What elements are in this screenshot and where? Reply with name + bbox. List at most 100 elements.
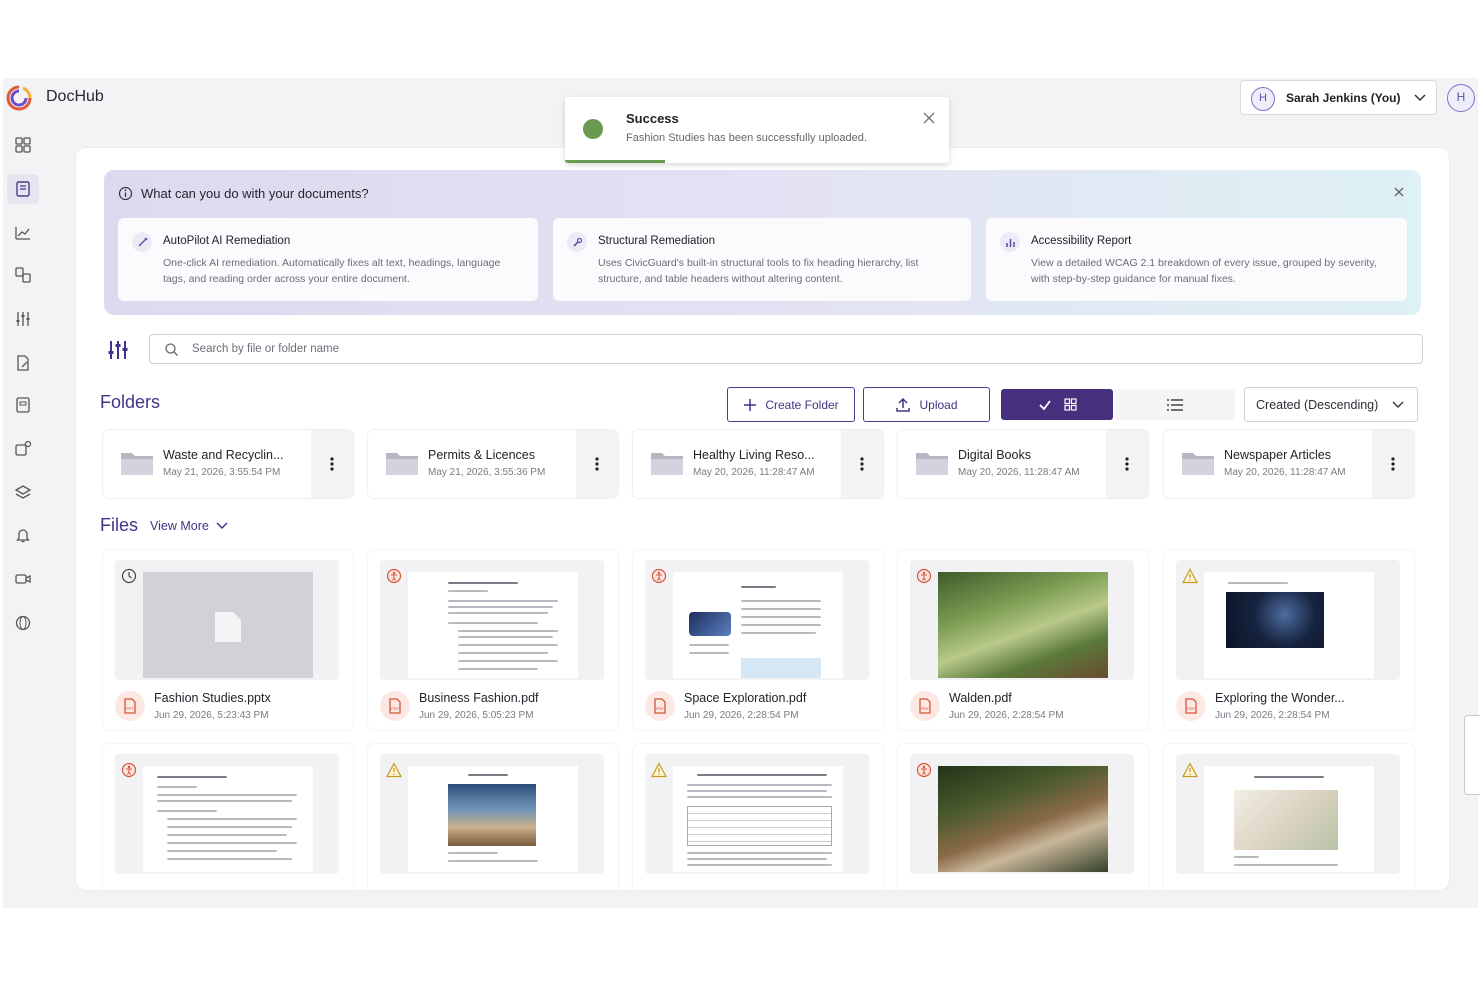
info-card-description: One-click AI remediation. Automatically …: [163, 257, 501, 285]
file-card[interactable]: [1164, 744, 1414, 890]
folder-date: May 21, 2026, 3:55:54 PM: [163, 467, 281, 478]
table-preview: [687, 806, 832, 846]
rocket-image: [741, 658, 821, 678]
document-preview: [1204, 572, 1374, 678]
sidebar-item-analytics[interactable]: [7, 218, 39, 248]
sidebar-item-media[interactable]: [7, 564, 39, 594]
sidebar-item-language[interactable]: [7, 608, 39, 638]
document-preview: [673, 572, 843, 678]
file-card[interactable]: [103, 744, 353, 890]
globe-icon: [15, 615, 31, 631]
info-card-title: Accessibility Report: [1031, 235, 1132, 247]
sidebar-item-convert[interactable]: [7, 260, 39, 290]
chevron-down-icon: [1414, 94, 1426, 102]
sort-label: Created (Descending): [1256, 398, 1379, 412]
search-icon: [165, 343, 178, 356]
folder-menu-button[interactable]: [1372, 430, 1414, 498]
folder-icon: [651, 453, 683, 475]
file-card[interactable]: PPT Fashion Studies.pptx Jun 29, 2026, 5…: [103, 550, 353, 730]
file-name: Business Fashion.pdf: [419, 691, 539, 705]
file-card[interactable]: PDF Space Exploration.pdf Jun 29, 2026, …: [633, 550, 883, 730]
sidebar-item-layers[interactable]: [7, 478, 39, 508]
list-view-toggle[interactable]: [1115, 389, 1235, 420]
warning-icon: [651, 762, 667, 778]
file-card[interactable]: PDF Walden.pdf Jun 29, 2026, 2:28:54 PM: [898, 550, 1148, 730]
folder-card[interactable]: Waste and Recyclin... May 21, 2026, 3:55…: [103, 430, 353, 498]
file-thumbnail: [910, 754, 1134, 874]
info-card-description: Uses CivicGuard's built-in structural to…: [598, 257, 919, 285]
chevron-down-icon: [216, 521, 228, 529]
profile-avatar[interactable]: H: [1447, 84, 1475, 112]
sidebar: [3, 118, 45, 908]
file-edit-icon: [17, 355, 29, 371]
grid-view-toggle[interactable]: [1001, 389, 1113, 420]
sidebar-item-dashboard[interactable]: [7, 130, 39, 160]
sidebar-item-documents[interactable]: [7, 174, 39, 204]
create-folder-button[interactable]: Create Folder: [727, 387, 855, 422]
pdf-file-icon: PDF: [380, 691, 410, 721]
folder-card[interactable]: Healthy Living Reso... May 20, 2026, 11:…: [633, 430, 883, 498]
user-account-select[interactable]: H Sarah Jenkins (You): [1240, 80, 1437, 115]
warning-icon: [1182, 762, 1198, 778]
form-icon: [16, 397, 30, 413]
svg-text:PDF: PDF: [1187, 706, 1196, 711]
upload-icon: [896, 397, 911, 412]
close-icon[interactable]: [922, 111, 936, 125]
sort-select[interactable]: Created (Descending): [1244, 387, 1418, 422]
galaxy-image: [1226, 592, 1324, 648]
room-image: [1234, 790, 1338, 850]
document-preview: [408, 766, 578, 872]
info-card-structural[interactable]: Structural Remediation Uses CivicGuard's…: [553, 218, 971, 301]
folder-name: Digital Books: [958, 448, 1031, 462]
folder-menu-button[interactable]: [1106, 430, 1148, 498]
ppt-file-icon: PPT: [115, 691, 145, 721]
file-name: Exploring the Wonder...: [1215, 691, 1345, 705]
file-card[interactable]: [898, 744, 1148, 890]
folder-card[interactable]: Digital Books May 20, 2026, 11:28:47 AM: [898, 430, 1148, 498]
folder-menu-button[interactable]: [841, 430, 883, 498]
info-panel-header: What can you do with your documents?: [118, 186, 369, 201]
feedback-tab[interactable]: [1464, 715, 1480, 795]
pdf-file-icon: PDF: [1176, 691, 1206, 721]
info-card-autopilot[interactable]: AutoPilot AI Remediation One-click AI re…: [118, 218, 538, 301]
info-card-title: Structural Remediation: [598, 235, 715, 247]
portrait-image: [938, 766, 1108, 872]
file-thumbnail: [645, 754, 869, 874]
svg-text:PDF: PDF: [391, 706, 400, 711]
folder-menu-button[interactable]: [311, 430, 353, 498]
sidebar-item-notifications[interactable]: [7, 520, 39, 550]
dochub-logo: [6, 85, 32, 111]
bell-icon: [16, 529, 30, 543]
chart-line-icon: [15, 227, 30, 240]
folder-icon: [1182, 453, 1214, 475]
file-card[interactable]: [633, 744, 883, 890]
sidebar-item-forms[interactable]: [7, 390, 39, 420]
sidebar-item-settings[interactable]: [7, 304, 39, 334]
folder-name: Permits & Licences: [428, 448, 535, 462]
close-icon[interactable]: [1391, 184, 1407, 200]
file-date: Jun 29, 2026, 5:23:43 PM: [154, 710, 269, 721]
document-preview: [143, 766, 313, 872]
search-input[interactable]: [192, 335, 1392, 363]
folder-name: Newspaper Articles: [1224, 448, 1331, 462]
file-thumbnail: [1176, 754, 1400, 874]
file-card[interactable]: [368, 744, 618, 890]
info-card-report[interactable]: Accessibility Report View a detailed WCA…: [986, 218, 1407, 301]
sidebar-item-edit[interactable]: [7, 348, 39, 378]
forest-image: [938, 572, 1108, 678]
toast-message: Fashion Studies has been successfully up…: [626, 132, 867, 144]
bar-chart-icon: [1000, 232, 1020, 252]
filter-sliders-icon[interactable]: [106, 338, 130, 362]
view-more-button[interactable]: View More: [150, 519, 229, 533]
file-card[interactable]: PDF Business Fashion.pdf Jun 29, 2026, 5…: [368, 550, 618, 730]
folder-card[interactable]: Newspaper Articles May 20, 2026, 11:28:4…: [1164, 430, 1414, 498]
folder-card[interactable]: Permits & Licences May 21, 2026, 3:55:36…: [368, 430, 618, 498]
sidebar-item-share[interactable]: [7, 434, 39, 464]
folders-title: Folders: [100, 392, 161, 412]
upload-button[interactable]: Upload: [863, 387, 990, 422]
file-card[interactable]: PDF Exploring the Wonder... Jun 29, 2026…: [1164, 550, 1414, 730]
folder-menu-button[interactable]: [576, 430, 618, 498]
file-thumbnail: [380, 754, 604, 874]
upload-label: Upload: [919, 397, 958, 412]
video-icon: [15, 574, 31, 584]
